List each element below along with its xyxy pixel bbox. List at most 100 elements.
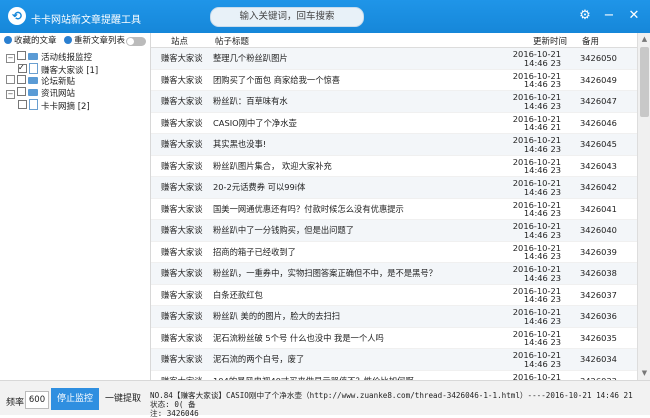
tree-node[interactable]: 赚客大家谈 [1]	[18, 62, 98, 76]
table-row[interactable]: 赚客大家谈 粉丝趴，一重券中，实物扫图答案正确但不中，是不是黑号？ 2016-10-…	[151, 263, 638, 285]
scroll-down-icon[interactable]: ▼	[640, 369, 649, 378]
favorites-button[interactable]: 收藏的文章	[4, 35, 57, 47]
grid-scrollbar[interactable]: ▲ ▼	[637, 33, 650, 380]
table-row[interactable]: 赚客大家谈 国美一网通优惠还有吗？付款时候怎么没有优惠提示 2016-10-21 14…	[151, 199, 638, 220]
expander-icon[interactable]: −	[6, 90, 15, 99]
table-row[interactable]: 赚客大家谈104的暴风电视40寸买来做显示器值不？性价比如何啊2016-10-2…	[151, 371, 638, 381]
table-row[interactable]: 赚客大家谈 泥石流的两个白号，废了 2016-10-21 14:46 23 342603…	[151, 349, 638, 371]
tree-checkbox[interactable]	[17, 75, 26, 84]
frequency-input[interactable]: 600	[25, 391, 49, 409]
stop-monitor-button[interactable]: 停止监控	[51, 388, 99, 410]
row-title[interactable]: CASIO刚中了个净水壶	[213, 113, 503, 133]
row-id: 3426042	[580, 182, 617, 192]
table-row[interactable]: 赚客大家谈 粉丝趴图片集合， 欢迎大家补充 2016-10-21 14:46 23 34…	[151, 156, 638, 177]
table-row[interactable]: 赚客大家谈 粉丝趴中了一分钱购买，但是出问题了 2016-10-21 14:46 23…	[151, 220, 638, 242]
row-time: 2016-10-2114:46 23	[506, 265, 561, 282]
table-row[interactable]: 赚客大家谈 招商的箱子已经收到了 2016-10-21 14:46 23 3426039	[151, 242, 638, 263]
row-title[interactable]: 粉丝趴图片集合， 欢迎大家补充	[213, 156, 503, 176]
row-title[interactable]: 泥石流粉丝破 5个号 什么也没中 我是一个人吗	[213, 328, 503, 348]
row-title[interactable]: 粉丝趴：百草味有水	[213, 91, 503, 111]
table-row[interactable]: 赚客大家谈 白条还款红包 2016-10-21 14:46 23 3426037	[151, 285, 638, 306]
scroll-up-icon[interactable]: ▲	[640, 35, 649, 44]
app-logo-icon: ⟲	[8, 7, 26, 25]
row-time: 2016-10-2114:46 23	[506, 330, 561, 347]
scroll-thumb[interactable]	[640, 47, 649, 117]
table-row[interactable]: 赚客大家谈 其实黑也没事! 2016-10-21 14:46 23 3426045	[151, 134, 638, 156]
site-tree: − 活动线报监控赚客大家谈 [1]论坛新贴 − 资讯网站卡卡网摘 [2]	[0, 49, 150, 380]
row-title[interactable]: 粉丝趴，一重券中，实物扫图答案正确但不中，是不是黑号？	[213, 263, 503, 283]
row-time-line: 14:46 23	[523, 208, 561, 218]
row-site: 赚客大家谈	[161, 117, 203, 128]
settings-gear-icon[interactable]: ⚙	[577, 8, 593, 24]
row-id: 3426034	[580, 354, 617, 364]
row-site: 赚客大家谈	[161, 268, 203, 278]
folder-icon	[28, 89, 38, 96]
row-title[interactable]: 整理几个粉丝趴图片	[213, 48, 503, 68]
row-site: 赚客大家谈	[161, 53, 203, 63]
row-site: 赚客大家谈	[161, 289, 203, 300]
table-row[interactable]: 赚客大家谈 20-2元话费券 可以99i体 2016-10-21 14:46 23 34…	[151, 177, 638, 199]
minimize-icon[interactable]: −	[601, 8, 617, 24]
tree-node[interactable]: − 资讯网站	[6, 87, 75, 99]
row-id: 3426033	[580, 371, 630, 381]
row-id: 3426041	[580, 203, 617, 214]
row-time: 2016-10-2114:46 23	[506, 201, 561, 218]
row-title[interactable]: 粉丝趴中了一分钱购买，但是出问题了	[213, 220, 503, 240]
row-time-line: 14:46 23	[523, 165, 561, 175]
one-click-extract-button[interactable]: 一键提取	[104, 388, 142, 410]
column-time[interactable]: 更新时间	[533, 35, 567, 47]
tree-node-label: 论坛新贴	[41, 77, 76, 87]
row-id: 3426043	[580, 160, 617, 171]
table-row[interactable]: 赚客大家谈 泥石流粉丝破 5个号 什么也没中 我是一个人吗 2016-10-21 14…	[151, 328, 638, 349]
row-id: 3426045	[580, 139, 617, 149]
row-title[interactable]: 招商的箱子已经收到了	[213, 242, 503, 262]
tree-node[interactable]: − 活动线报监控	[6, 51, 92, 63]
expander-icon[interactable]	[6, 75, 15, 84]
row-time: 2016-10-2114:46 23	[506, 179, 561, 196]
tree-checkbox[interactable]	[18, 62, 27, 73]
column-id[interactable]: 备用	[582, 35, 599, 47]
row-title[interactable]: 粉丝趴 美的的图片，脸大的去扫扫	[213, 306, 503, 326]
column-site[interactable]: 站点	[171, 35, 188, 47]
row-id: 3426040	[580, 225, 617, 235]
row-time: 2016-10-2114:46 23	[506, 50, 561, 67]
row-time-line: 14:46 23	[523, 315, 561, 325]
folder-icon	[28, 77, 38, 84]
row-title[interactable]: 白条还款红包	[213, 285, 503, 305]
row-date-line: 2016-10-21	[512, 372, 561, 381]
row-time: 2016-10-21 14:46 21	[506, 115, 561, 132]
row-title[interactable]: 泥石流的两个白号，废了	[213, 349, 503, 369]
row-time: 2016-10-2114:46 23	[506, 136, 561, 153]
tree-checkbox[interactable]	[17, 51, 26, 60]
tree-checkbox[interactable]	[18, 100, 27, 109]
reset-list-button[interactable]: 重新文章列表	[64, 35, 125, 47]
row-title[interactable]: 团购买了个面包 商家给我一个惊喜	[213, 70, 503, 90]
grid-header: 站点 帖子标题 更新时间 备用	[151, 33, 638, 48]
row-title[interactable]: 其实黑也没事!	[213, 134, 503, 154]
table-row[interactable]: 赚客大家谈 整理几个粉丝趴图片 2016-10-21 14:46 23 3426050	[151, 48, 638, 70]
table-row[interactable]: 赚客大家谈 粉丝趴 美的的图片，脸大的去扫扫 2016-10-21 14:46 23 3…	[151, 306, 638, 328]
log-line: NO.84【赚客大家谈】CASIO刚中了个净水壶（http://www.zuan…	[150, 391, 633, 409]
row-time-line: 14:46 23	[523, 358, 561, 368]
tree-node[interactable]: 论坛新贴	[6, 75, 76, 87]
row-id: 3426046	[580, 117, 617, 128]
row-title[interactable]: 国美一网通优惠还有吗？付款时候怎么没有优惠提示	[213, 199, 503, 219]
search-input[interactable]: 输入关键词，回车搜索	[210, 7, 364, 27]
tree-checkbox[interactable]	[17, 87, 26, 96]
row-site: 赚客大家谈	[161, 225, 203, 235]
row-time: 2016-10-2114:46 23	[506, 222, 561, 239]
reset-toggle[interactable]	[126, 37, 146, 46]
row-time: 2016-10-2114:46 23	[506, 158, 561, 175]
row-title[interactable]: 104的暴风电视40寸买来做显示器值不？性价比如何啊	[213, 371, 503, 381]
column-title[interactable]: 帖子标题	[215, 35, 249, 47]
table-row[interactable]: 赚客大家谈 粉丝趴：百草味有水 2016-10-21 14:46 23 3426047	[151, 91, 638, 113]
expander-icon[interactable]: −	[6, 54, 15, 63]
table-row[interactable]: 赚客大家谈 团购买了个面包 商家给我一个惊喜 2016-10-21 14:46 23 3…	[151, 70, 638, 91]
article-grid: 站点 帖子标题 更新时间 备用 赚客大家谈 整理几个粉丝趴图片 2016-10-21…	[150, 33, 638, 380]
row-title[interactable]: 20-2元话费券 可以99i体	[213, 177, 503, 197]
close-icon[interactable]: ✕	[626, 8, 642, 24]
tree-node[interactable]: 卡卡网摘 [2]	[18, 99, 90, 112]
row-time-line: 14:46 23	[523, 143, 561, 153]
table-row[interactable]: 赚客大家谈 CASIO刚中了个净水壶 2016-10-21 14:46 21 34260…	[151, 113, 638, 134]
row-id: 3426047	[580, 96, 617, 106]
